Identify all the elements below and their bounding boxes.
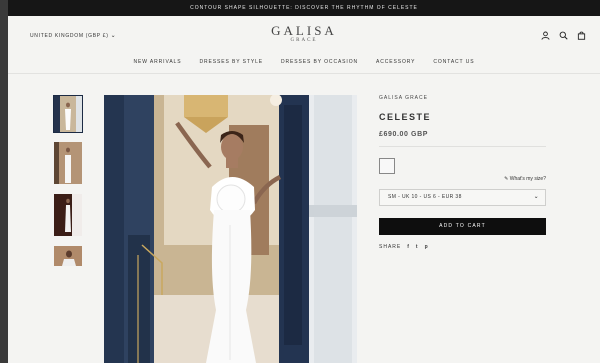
header-icons — [541, 31, 586, 40]
product-thumbnail[interactable] — [53, 95, 83, 133]
product-main-image[interactable] — [104, 95, 357, 363]
add-to-cart-button[interactable]: ADD TO CART — [379, 218, 546, 235]
main-nav: NEW ARRIVALS DRESSES BY STYLE DRESSES BY… — [8, 59, 600, 65]
account-icon[interactable] — [541, 31, 550, 40]
announcement-text[interactable]: CONTOUR SHAPE SILHOUETTE: DISCOVER THE R… — [190, 5, 418, 11]
product-thumbnail[interactable] — [53, 193, 83, 237]
logo-main: GALISA — [271, 23, 337, 38]
logo-sub: GRACE — [290, 38, 318, 43]
size-select[interactable]: SM - UK 10 - US 6 - EUR 38 ⌄ — [379, 189, 546, 206]
ruler-icon: ✎ — [504, 176, 509, 182]
size-select-value: SM - UK 10 - US 6 - EUR 38 — [388, 194, 462, 200]
chevron-down-icon: ⌄ — [533, 194, 539, 200]
pinterest-icon[interactable]: p — [425, 244, 429, 250]
nav-item-dresses-by-style[interactable]: DRESSES BY STYLE — [199, 59, 263, 65]
nav-item-new-arrivals[interactable]: NEW ARRIVALS — [134, 59, 182, 65]
product-thumbnail[interactable] — [53, 245, 83, 267]
size-chart-link[interactable]: ✎ What's my size? — [379, 176, 546, 182]
product-brand[interactable]: GALISA GRACE — [379, 95, 546, 101]
size-chart-label: What's my size? — [509, 176, 546, 182]
logo[interactable]: GALISA GRACE — [8, 24, 600, 43]
product-title: CELESTE — [379, 112, 432, 122]
color-swatch[interactable] — [379, 158, 395, 174]
nav-item-dresses-by-occasion[interactable]: DRESSES BY OCCASION — [281, 59, 358, 65]
cart-bag-icon[interactable] — [577, 31, 586, 40]
share-row: SHARE f t p — [379, 244, 546, 250]
nav-divider — [8, 73, 600, 74]
page: CONTOUR SHAPE SILHOUETTE: DISCOVER THE R… — [8, 0, 600, 363]
add-to-cart-label: ADD TO CART — [439, 223, 486, 229]
twitter-icon[interactable]: t — [416, 244, 419, 250]
info-divider — [379, 146, 546, 147]
product-price: £690.00 GBP — [379, 131, 429, 138]
search-icon[interactable] — [559, 31, 568, 40]
thumbnail-strip — [53, 95, 83, 275]
nav-item-accessory[interactable]: ACCESSORY — [376, 59, 415, 65]
product-thumbnail[interactable] — [53, 141, 83, 185]
facebook-icon[interactable]: f — [407, 244, 410, 250]
nav-item-contact-us[interactable]: CONTACT US — [433, 59, 474, 65]
share-label: SHARE — [379, 244, 402, 250]
announcement-bar[interactable]: CONTOUR SHAPE SILHOUETTE: DISCOVER THE R… — [8, 0, 600, 16]
product-info: GALISA GRACE CELESTE £690.00 GBP ✎ What'… — [379, 95, 546, 250]
